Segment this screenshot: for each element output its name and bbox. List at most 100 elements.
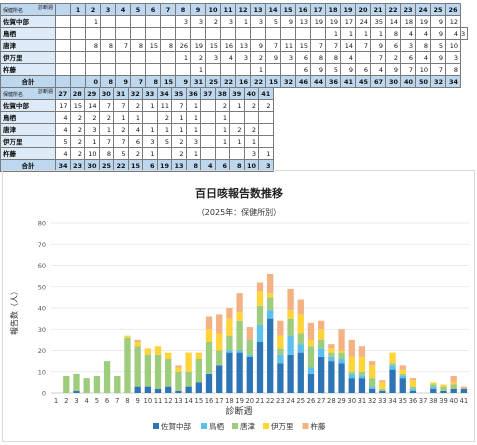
count-cell: 8 xyxy=(325,51,341,64)
count-cell: 7 xyxy=(98,135,114,148)
count-cell: 3 xyxy=(220,15,236,28)
count-cell: 6 xyxy=(385,39,401,52)
week-header-cell: 24 xyxy=(415,3,431,16)
total-cell: 15 xyxy=(160,75,176,88)
x-axis-label: 診断週 xyxy=(225,405,252,417)
total-cell: 50 xyxy=(415,75,431,88)
bar-segment xyxy=(256,291,264,306)
bar-segment xyxy=(267,274,274,294)
bar-segment xyxy=(450,382,457,385)
count-cell xyxy=(70,15,86,28)
count-cell: 1 xyxy=(250,63,266,76)
count-cell: 6 xyxy=(400,51,416,64)
bar-segment xyxy=(277,320,284,336)
bar-segment xyxy=(307,346,315,368)
x-tick-label: 16 xyxy=(205,397,214,405)
y-tick-label: 60 xyxy=(38,262,46,270)
bar-segment xyxy=(358,378,366,393)
count-cell: 1 xyxy=(185,99,201,112)
count-cell: 1 xyxy=(175,51,191,64)
report-table-weeks-27-41: 診断週 保健所名 27 28 29 30 31 32 33 34 35 36 37 38 39 40 41 佐賀中… xyxy=(0,87,274,172)
bar-segment xyxy=(297,344,304,353)
count-cell: 3 xyxy=(205,51,221,64)
bar-segment xyxy=(185,371,192,387)
bar-segment xyxy=(328,361,335,393)
bar-segment xyxy=(358,346,366,357)
bar-segment xyxy=(338,363,345,393)
week-header-cell: 37 xyxy=(200,87,216,100)
count-cell: 8 xyxy=(160,39,176,52)
weekly-count-table-2: 診断週 保健所名 27 28 29 30 31 32 33 34 35 36 37 38 39 40 41 佐賀中… xyxy=(0,87,274,172)
table-row: 唐津 8 8 7 8 15 8 26 19 15 16 13 9 7 11 15 7 7 14 7 9 6 3 8 5 10 xyxy=(0,39,468,52)
bar-segment xyxy=(348,356,355,372)
count-cell xyxy=(214,147,230,160)
bar-segment xyxy=(450,376,457,383)
count-cell: 3 xyxy=(142,135,158,148)
count-cell xyxy=(145,27,161,40)
count-cell: 4 xyxy=(370,63,386,76)
total-cell: 30 xyxy=(385,75,401,88)
count-cell: 14 xyxy=(385,15,401,28)
count-cell xyxy=(130,63,146,76)
total-row: 合計 0 8 9 7 8 15 9 31 25 22 16 22 15 32 46 44 36 41 45 67 30 40… xyxy=(0,75,468,88)
x-tick-label: 41 xyxy=(460,397,469,405)
bar-segment xyxy=(236,350,243,353)
bar-segment xyxy=(246,327,253,340)
bar-segment xyxy=(430,384,437,387)
office-name-cell: 鳥栖 xyxy=(0,111,56,124)
count-cell: 7 xyxy=(430,63,446,76)
count-cell xyxy=(145,63,161,76)
bar-segment xyxy=(267,297,274,311)
total-cell: 31 xyxy=(190,75,206,88)
bar-segment xyxy=(165,352,172,359)
count-cell: 8 xyxy=(98,147,114,160)
bar-segment xyxy=(338,359,345,364)
bar-segment xyxy=(114,376,121,393)
week-header-cell: 39 xyxy=(229,87,245,100)
bar-segment xyxy=(368,388,376,393)
bar-segment xyxy=(307,322,315,340)
week-header-cell: 30 xyxy=(98,87,114,100)
bar-segment xyxy=(297,333,304,345)
y-tick-label: 70 xyxy=(38,241,46,249)
table-row: 佐賀中部 1 3 3 2 3 1 3 5 9 13 19 19 17 24 35 14 18 19 9 12 xyxy=(0,15,468,28)
bar-segment xyxy=(83,378,90,393)
week-header-cell: 26 xyxy=(445,3,461,16)
count-cell: 2 xyxy=(127,99,143,112)
bar-segment xyxy=(318,329,325,340)
bar-segment xyxy=(358,356,366,372)
x-tick-label: 5 xyxy=(95,397,99,405)
count-cell: 19 xyxy=(325,15,341,28)
pertussis-chart: 百日咳報告数推移 （2025年：保健所別） 1 2 3 4 5 6 7 8 9 10 11 12 13 1… xyxy=(2,170,475,442)
count-cell xyxy=(145,51,161,64)
week-header-cell: 27 xyxy=(55,87,71,100)
bar-segment xyxy=(399,378,406,393)
week-header-cell: 25 xyxy=(430,3,446,16)
count-cell: 5 xyxy=(113,147,129,160)
bar-segment xyxy=(256,282,264,291)
bar-segment xyxy=(409,388,417,391)
x-tick-label: 2 xyxy=(64,397,68,405)
bar-segment xyxy=(134,339,141,342)
total-label-cell: 合計 xyxy=(0,75,56,88)
x-tick-label: 8 xyxy=(125,397,129,405)
x-tick-label: 33 xyxy=(378,397,387,405)
count-cell xyxy=(258,111,274,124)
count-cell: 13 xyxy=(235,39,251,52)
count-cell xyxy=(205,63,221,76)
bar-segment xyxy=(338,329,345,351)
count-cell: 2 xyxy=(243,123,259,136)
bar-segment xyxy=(318,339,325,349)
table-row: 佐賀中部 17 15 14 7 7 2 1 11 7 1 2 1 2 2 xyxy=(0,99,274,112)
count-cell: 15 xyxy=(145,39,161,52)
bar-segment xyxy=(450,384,457,389)
week-header-cell: 1 xyxy=(70,3,86,16)
count-cell: 1 xyxy=(214,123,230,136)
bar-segment xyxy=(216,333,223,351)
table-row: 伊万里 5 2 1 7 7 6 3 5 2 3 1 1 1 xyxy=(0,135,274,148)
count-cell xyxy=(85,27,101,40)
header-row: 診断週 保健所名 1 2 3 4 5 6 7 8 9 10 11 12 13 14 15 16 17 18 19 20 21… xyxy=(0,3,468,16)
count-cell: 5 xyxy=(265,15,281,28)
week-header-cell: 21 xyxy=(370,3,386,16)
legend-swatch xyxy=(263,423,269,429)
